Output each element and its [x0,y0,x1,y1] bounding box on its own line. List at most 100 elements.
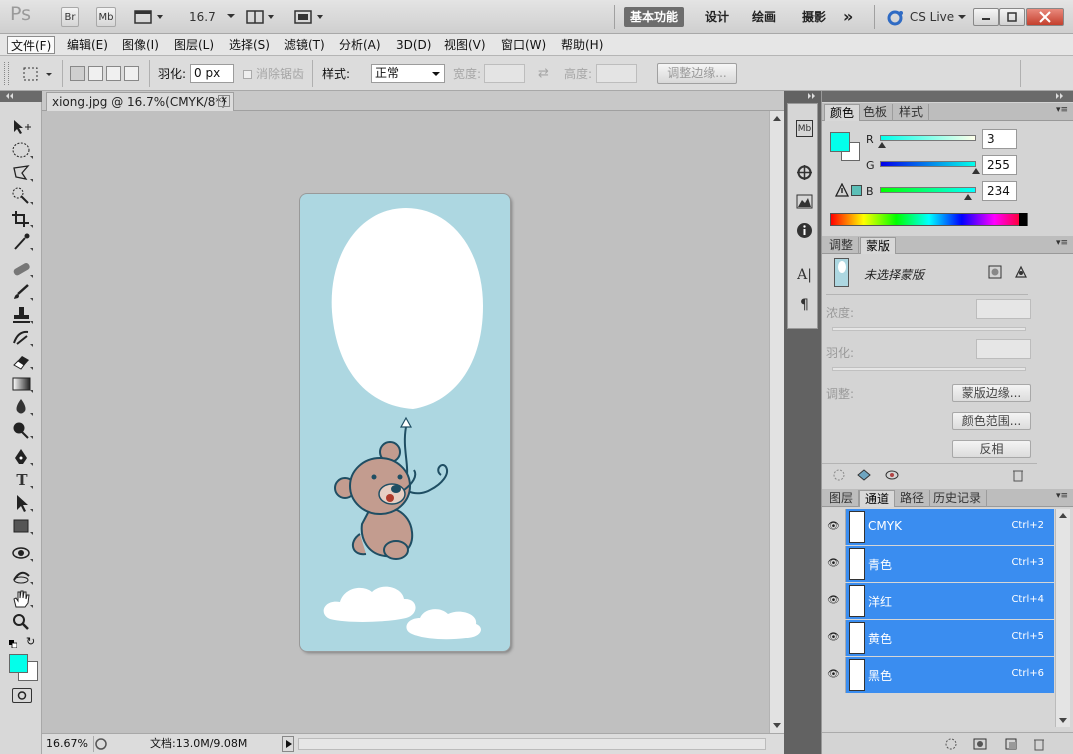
rectangle-tool[interactable] [10,516,34,536]
more-workspaces-button[interactable]: » [843,7,853,27]
gradient-tool[interactable] [10,374,34,394]
g-slider-thumb[interactable] [972,168,980,174]
tool-preset-picker[interactable] [20,64,60,84]
mask-feather-slider[interactable] [832,367,1026,371]
close-tab-icon[interactable]: ✕ [218,95,230,107]
workspace-design[interactable]: 设计 [705,7,729,27]
channel-body[interactable]: CMYK Ctrl+2 [846,509,1054,545]
tab-color[interactable]: 颜色 [824,104,861,121]
close-button[interactable] [1026,8,1064,26]
tab-channels[interactable]: 通道 [859,490,896,507]
density-input[interactable] [976,299,1031,319]
type-tool[interactable]: T [10,470,34,490]
workspace-painting[interactable]: 绘画 [752,7,776,27]
r-slider-thumb[interactable] [878,142,886,148]
dodge-tool[interactable] [10,420,34,440]
visibility-eye-icon[interactable]: 👁 [822,620,846,656]
eyedropper-tool[interactable] [10,232,34,252]
menu-select[interactable]: 选择(S) [226,36,273,54]
subtract-selection-button[interactable] [106,66,121,81]
eraser-tool[interactable] [10,351,34,371]
workspace-photography[interactable]: 摄影 [802,7,826,27]
menu-image[interactable]: 图像(I) [119,36,162,54]
scroll-down-icon[interactable] [770,720,784,730]
channel-row-cyan[interactable]: 👁 青色 Ctrl+3 [822,546,1054,582]
arrange-documents-button[interactable] [246,7,278,27]
document-tab[interactable]: xiong.jpg @ 16.7%(CMYK/8*) ✕ [46,92,234,111]
histogram-panel-icon[interactable] [796,193,813,210]
channels-scrollbar[interactable] [1055,509,1070,727]
info-panel-icon[interactable] [796,222,813,239]
tab-swatches[interactable]: 色板 [858,104,894,121]
invert-button[interactable]: 反相 [952,440,1031,458]
mini-bridge-button[interactable]: Mb [96,7,116,27]
height-input[interactable] [596,64,637,83]
bridge-button[interactable]: Br [61,7,79,27]
canvas-area[interactable] [42,111,769,733]
workspace-essentials[interactable]: 基本功能 [624,7,685,27]
minimize-button[interactable] [973,8,999,26]
status-zoom[interactable]: 16.67% [46,736,94,752]
tab-paths[interactable]: 路径 [895,490,931,507]
mask-feather-input[interactable] [976,339,1031,359]
quick-mask-button[interactable] [12,688,32,703]
navigator-panel-icon[interactable] [796,164,813,181]
status-settings-icon[interactable] [94,736,110,752]
menu-layer[interactable]: 图层(L) [171,36,217,54]
zoom-tool[interactable] [10,612,34,632]
r-input[interactable]: 3 [982,129,1017,149]
spectrum-black-white[interactable] [1019,213,1027,226]
channel-row-yellow[interactable]: 👁 黄色 Ctrl+5 [822,620,1054,656]
move-tool[interactable] [10,117,34,137]
apply-mask-icon[interactable] [856,468,872,482]
view-extras-button[interactable] [133,7,167,27]
blur-tool[interactable] [10,397,34,417]
elliptical-marquee-tool[interactable] [10,140,34,160]
menu-view[interactable]: 视图(V) [441,36,489,54]
load-channel-selection-icon[interactable] [944,737,958,751]
crop-tool[interactable] [10,209,34,229]
b-input[interactable]: 234 [982,181,1017,201]
antialias-checkbox[interactable] [243,70,252,79]
clone-stamp-tool[interactable] [10,305,34,325]
mini-bridge-panel-icon[interactable]: Mb [796,120,813,137]
add-selection-button[interactable] [88,66,103,81]
status-menu-button[interactable] [282,736,294,752]
new-channel-icon[interactable] [1004,737,1018,751]
channel-body[interactable]: 黑色 Ctrl+6 [846,657,1054,693]
menu-window[interactable]: 窗口(W) [498,36,549,54]
expand-icon[interactable] [806,91,820,101]
feather-input[interactable]: 0 px [190,64,234,83]
path-selection-tool[interactable] [10,493,34,513]
menu-edit[interactable]: 编辑(E) [64,36,111,54]
style-select[interactable]: 正常 [371,64,445,83]
channel-row-magenta[interactable]: 👁 洋红 Ctrl+4 [822,583,1054,619]
g-input[interactable]: 255 [982,155,1017,175]
intersect-selection-button[interactable] [124,66,139,81]
quick-selection-tool[interactable] [10,186,34,206]
swap-colors-icon[interactable]: ↻ [26,636,38,648]
refine-edge-button[interactable]: 调整边缘... [657,63,737,84]
collapse-icon[interactable] [4,91,18,101]
lasso-tool[interactable] [10,163,34,183]
vector-mask-icon[interactable] [1014,265,1028,279]
collapse-icon[interactable] [1054,91,1068,101]
density-slider[interactable] [832,327,1026,331]
maximize-button[interactable] [999,8,1025,26]
cs-live-button[interactable]: CS Live [886,7,966,27]
character-panel-icon[interactable]: A| [796,267,813,284]
mask-edge-button[interactable]: 蒙版边缘... [952,384,1031,402]
tab-history[interactable]: 历史记录 [928,490,988,507]
gamut-color-swatch[interactable] [851,185,862,196]
swap-icon[interactable]: ⇄ [538,65,549,83]
panel-menu-icon[interactable]: ▾≡ [1056,491,1068,501]
gamut-warning-icon[interactable] [835,183,849,197]
visibility-mask-icon[interactable] [884,468,900,482]
3d-orbit-tool[interactable] [10,566,34,586]
visibility-eye-icon[interactable]: 👁 [822,546,846,582]
pixel-mask-icon[interactable] [988,265,1002,279]
menu-filter[interactable]: 滤镜(T) [281,36,328,54]
tab-masks[interactable]: 蒙版 [860,237,897,254]
horizontal-scrollbar[interactable] [298,738,766,750]
color-panel-foreground-swatch[interactable] [830,132,850,152]
